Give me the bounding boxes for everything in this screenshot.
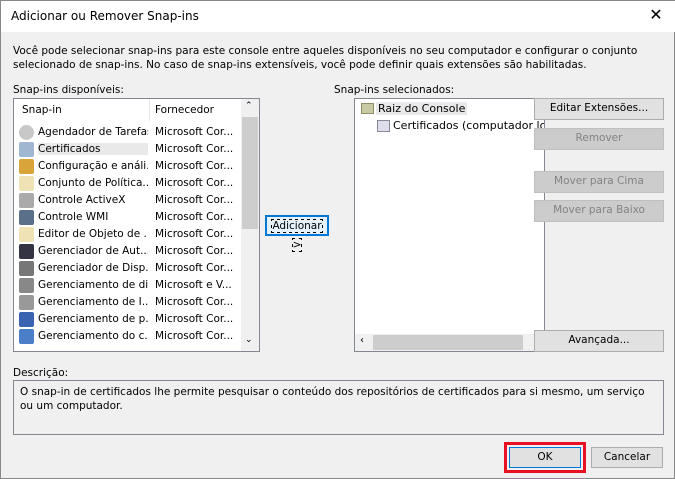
list-item[interactable]: Controle WMI Microsoft Cor... [14,209,240,226]
list-item[interactable]: Conjunto de Política... Microsoft Cor... [14,175,240,192]
title-bar: Adicionar ou Remover Snap-ins ✕ [1,1,675,32]
snapin-vendor: Microsoft Cor... [155,228,234,240]
snapin-vendor: Microsoft Cor... [155,245,234,257]
description-label: Descrição: [13,367,69,379]
list-item[interactable]: Controle ActiveX Microsoft Cor... [14,192,240,209]
scroll-up-icon[interactable]: ⌃ [245,101,253,111]
snapin-vendor: Microsoft Cor... [155,296,234,308]
available-label: Snap-ins disponíveis: [13,84,124,96]
snapin-vendor: Microsoft e V... [155,279,232,291]
wmi-icon [19,210,34,225]
edit-extensions-button[interactable]: Editar Extensões... [534,98,664,120]
printer-icon [19,295,34,310]
list-item[interactable]: Gerenciador de Disp... Microsoft Cor... [14,260,240,277]
list-item[interactable]: Gerenciamento de I... Microsoft Cor... [14,294,240,311]
snapin-vendor: Microsoft Cor... [155,211,234,223]
snapin-name: Agendador de Tarefas [38,126,148,138]
list-header: Snap-in Fornecedor [14,99,240,121]
activex-icon [19,193,34,208]
tree-child[interactable]: Certificados (computador local) [393,119,544,132]
clock-icon [19,125,34,140]
list-item[interactable]: Gerenciamento de di... Microsoft e V... [14,277,240,294]
intro-text: Você pode selecionar snap-ins para este … [13,45,638,71]
list-item[interactable]: Gerenciamento do c... Microsoft Cor... [14,328,240,345]
snapin-vendor: Microsoft Cor... [155,262,234,274]
snapin-vendor: Microsoft Cor... [155,177,234,189]
list-item[interactable]: Configuração e análi... Microsoft Cor... [14,158,240,175]
snapin-name: Editor de Objeto de ... [38,228,148,240]
snapin-vendor: Microsoft Cor... [155,126,234,138]
snapin-vendor: Microsoft Cor... [155,160,234,172]
computer-key-icon [19,312,34,327]
snapin-name: Configuração e análi... [38,160,148,172]
authorization-icon [19,244,34,259]
scroll-icon [19,227,34,242]
computer-icon [19,329,34,344]
advanced-button[interactable]: Avançada... [534,330,664,352]
snapin-vendor: Microsoft Cor... [155,330,234,342]
ok-button[interactable]: OK [509,447,581,468]
description-text: O snap-in de certificados lhe permite pe… [13,380,664,435]
snapin-name: Gerenciamento de p... [38,313,148,325]
scroll-thumb[interactable] [373,335,523,350]
close-icon[interactable]: ✕ [646,5,666,24]
scroll-thumb[interactable] [242,117,258,229]
snapin-name: Gerenciamento de di... [38,279,148,291]
snapin-vendor: Microsoft Cor... [155,194,234,206]
snapin-name: Gerenciador de Aut... [38,245,148,257]
list-item[interactable]: Agendador de Tarefas Microsoft Cor... [14,124,240,141]
snapin-name: Certificados [38,143,148,155]
snapin-vendor: Microsoft Cor... [155,313,234,325]
certificate-icon [19,142,34,157]
list-item[interactable]: Gerenciamento de p... Microsoft Cor... [14,311,240,328]
snapin-name: Gerenciador de Disp... [38,262,148,274]
snapin-name: Conjunto de Política... [38,177,148,189]
vertical-scrollbar[interactable]: ⌃ ⌄ [241,99,259,351]
selected-tree[interactable]: Raiz do Console Certificados (computador… [354,98,545,352]
list-item[interactable]: Gerenciador de Aut... Microsoft Cor... [14,243,240,260]
column-vendor[interactable]: Fornecedor [155,104,214,116]
list-item[interactable]: Editor de Objeto de ... Microsoft Cor... [14,226,240,243]
snapin-name: Controle WMI [38,211,109,223]
disk-icon [19,278,34,293]
snapin-name: Gerenciamento de I... [38,296,148,308]
move-down-button[interactable]: Mover para Baixo [534,200,664,222]
scroll-icon [19,176,34,191]
tree-root[interactable]: Raiz do Console [376,102,468,115]
move-up-button[interactable]: Mover para Cima [534,171,664,193]
folder-icon [361,103,374,114]
snapin-vendor: Microsoft Cor... [155,143,234,155]
column-snapin[interactable]: Snap-in [22,104,62,116]
column-divider[interactable] [149,99,150,121]
device-icon [19,261,34,276]
remove-button[interactable]: Remover [534,128,664,150]
scroll-left-icon[interactable]: ‹ [360,335,364,346]
list-item[interactable]: Certificados Microsoft Cor... [14,141,240,158]
add-button[interactable]: Adicionar > [265,215,329,252]
server-lock-icon [19,159,34,174]
snapin-name: Controle ActiveX [38,194,126,206]
cancel-button[interactable]: Cancelar [591,447,663,468]
horizontal-scrollbar[interactable]: ‹ [355,334,544,351]
snapin-name: Gerenciamento do c... [38,330,148,342]
available-list[interactable]: Snap-in Fornecedor Agendador de Tarefas M… [13,98,260,352]
certificate-icon [377,120,390,132]
scroll-down-icon[interactable]: ⌄ [245,335,253,345]
selected-label: Snap-ins selecionados: [334,84,455,96]
window-title: Adicionar ou Remover Snap-ins [11,9,199,23]
